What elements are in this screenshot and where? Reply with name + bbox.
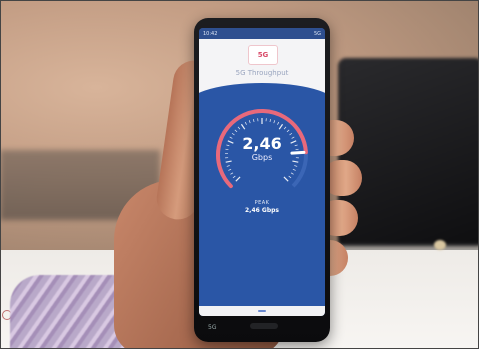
- gauge-tick: [269, 118, 271, 123]
- gauge-tick: [226, 165, 230, 167]
- gauge-tick: [286, 129, 290, 133]
- background-object: [434, 240, 446, 250]
- status-network: 5G: [313, 30, 321, 37]
- photo-scene: 10:42 5G 5G 5G Throughput 2,46 Gbps PEAK…: [0, 0, 479, 349]
- speed-value: 2,46: [242, 134, 282, 153]
- gauge-tick: [278, 123, 284, 130]
- home-handle[interactable]: [258, 310, 266, 312]
- gauge-tick: [283, 176, 289, 182]
- gauge-tick: [288, 175, 292, 179]
- gauge-tick: [244, 121, 247, 125]
- status-time: 10:42: [203, 30, 218, 37]
- peak-value: 2,46 Gbps: [245, 207, 279, 214]
- gauge-tick: [240, 123, 246, 130]
- phone-sensor: [250, 323, 278, 329]
- phone-screen: 10:42 5G 5G 5G Throughput 2,46 Gbps PEAK…: [199, 28, 325, 316]
- gauge-tick: [273, 120, 276, 124]
- gauge-tick: [290, 172, 294, 175]
- gauge-tick: [232, 175, 236, 179]
- gauge-tick: [237, 126, 241, 130]
- speed-gauge: 2,46 Gbps: [209, 102, 315, 208]
- gauge-tick: [277, 121, 280, 125]
- page-title: 5G Throughput: [235, 69, 289, 77]
- gauge-tick: [235, 176, 241, 182]
- app-header: 5G 5G Throughput: [199, 39, 325, 123]
- nav-bar: [199, 306, 325, 316]
- gauge-tick: [283, 126, 287, 130]
- status-bar: 10:42 5G: [199, 28, 325, 39]
- gauge-tick: [253, 118, 255, 123]
- speed-unit: Gbps: [251, 153, 273, 162]
- gauge-tick: [234, 129, 238, 133]
- phone-back-label: 5G: [208, 324, 217, 331]
- logo-text: 5G: [257, 51, 269, 59]
- gauge-tick: [292, 168, 296, 171]
- gauge-tick: [228, 168, 232, 171]
- gauge-tick: [294, 165, 298, 167]
- smartphone: 10:42 5G 5G 5G Throughput 2,46 Gbps PEAK…: [194, 18, 330, 342]
- app-logo: 5G: [248, 45, 278, 65]
- peak-label: PEAK: [254, 200, 270, 206]
- gauge-tick: [230, 172, 234, 175]
- gauge-tick: [248, 120, 251, 124]
